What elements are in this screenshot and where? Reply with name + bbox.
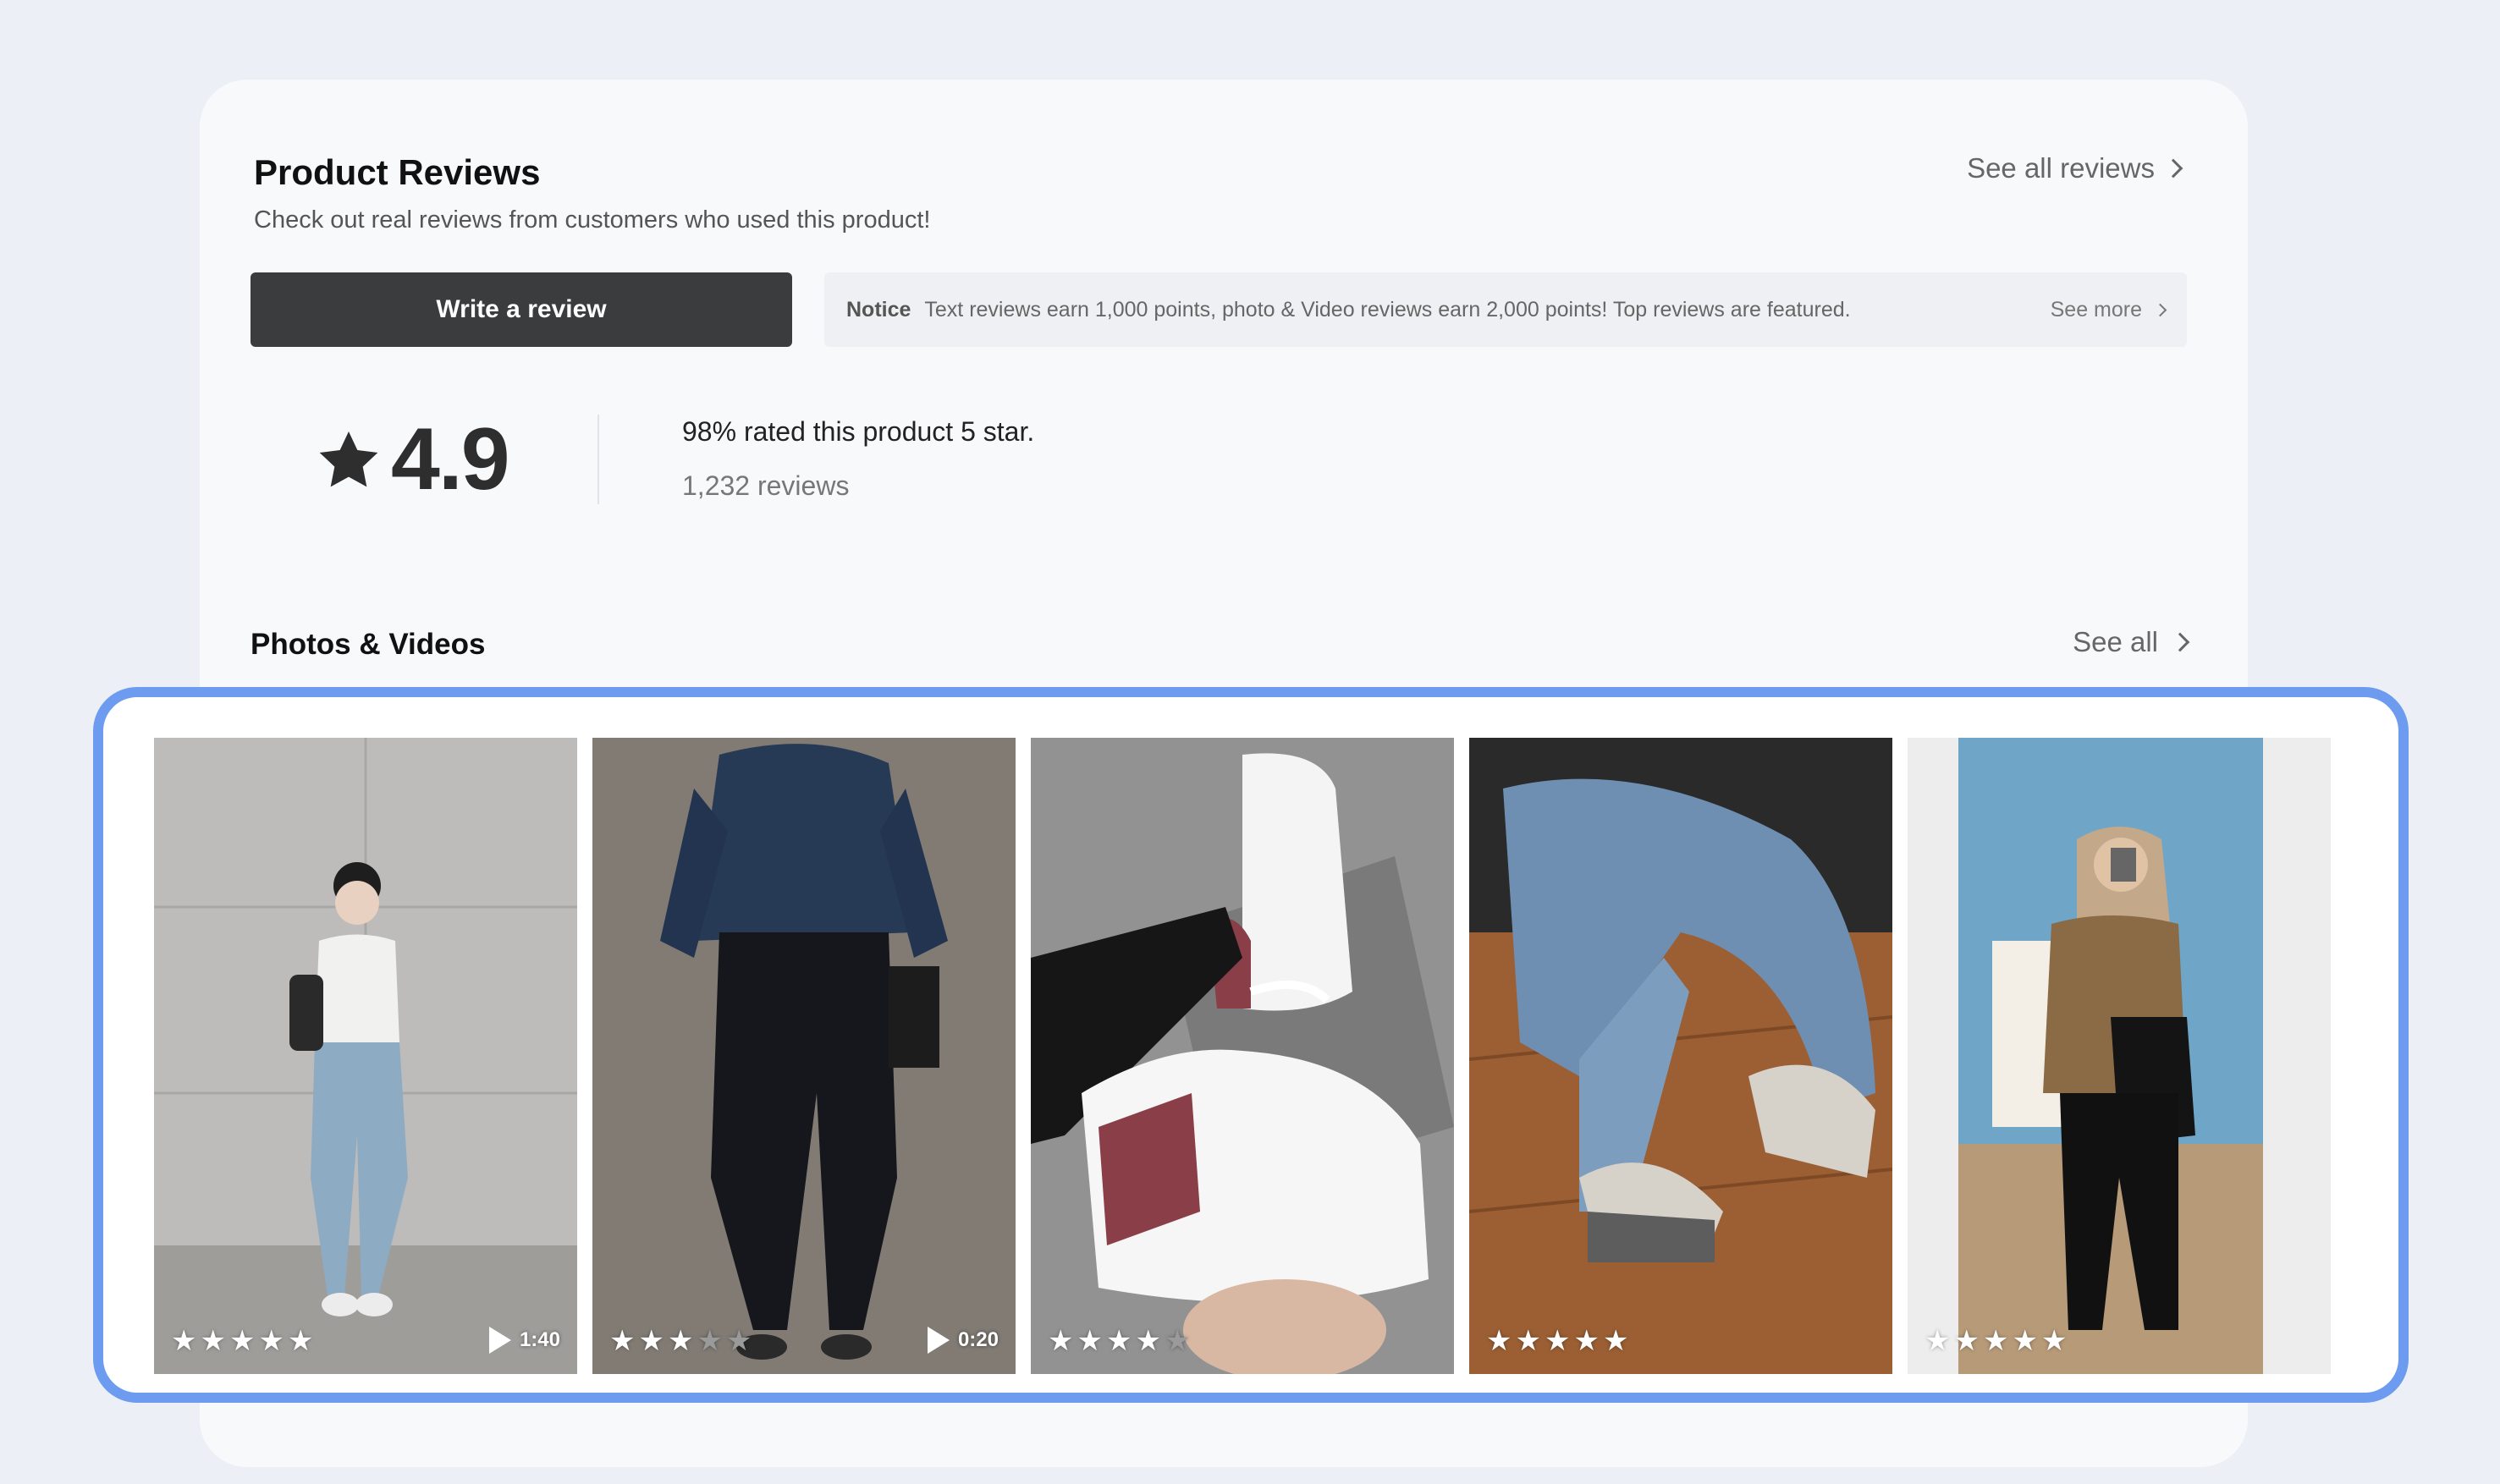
star-icon: ★ — [1602, 1325, 1629, 1357]
chevron-right-icon — [2163, 158, 2183, 179]
page-subtitle: Check out real reviews from customers wh… — [254, 206, 931, 234]
star-icon: ★ — [200, 1325, 226, 1357]
rating-stars: ★ ★ ★ ★ ★ — [1925, 1327, 2067, 1355]
review-photo — [154, 738, 577, 1374]
media-thumbnail[interactable]: ★ ★ ★ ★ ★ — [1031, 738, 1454, 1374]
review-photo — [1031, 738, 1454, 1374]
star-icon: ★ — [171, 1325, 197, 1357]
star-icon: ★ — [1573, 1325, 1600, 1357]
star-icon: ★ — [229, 1325, 256, 1357]
star-icon: ★ — [638, 1325, 664, 1357]
star-icon: ★ — [258, 1325, 284, 1357]
five-star-percent: 98% rated this product 5 star. — [682, 416, 1035, 447]
review-photo — [1469, 738, 1892, 1374]
star-icon: ★ — [667, 1325, 694, 1357]
star-icon: ★ — [609, 1325, 636, 1357]
rating-stars: ★ ★ ★ ★ ★ — [171, 1327, 313, 1355]
media-thumbnail[interactable]: ★ ★ ★ ★ ★ 0:20 — [592, 738, 1016, 1374]
summary-divider — [597, 415, 599, 504]
chevron-right-icon — [2170, 632, 2190, 652]
see-all-media-label: See all — [2073, 626, 2158, 657]
star-icon: ★ — [1164, 1325, 1191, 1357]
rating-score: 4.9 — [391, 410, 510, 508]
review-photo — [1908, 738, 2331, 1374]
notice-text: Text reviews earn 1,000 points, photo & … — [924, 297, 1851, 322]
media-thumbnail[interactable]: ★ ★ ★ ★ ★ — [1908, 738, 2331, 1374]
star-icon: ★ — [1135, 1325, 1161, 1357]
play-icon — [927, 1327, 950, 1354]
write-review-button[interactable]: Write a review — [251, 272, 792, 347]
see-all-media-link[interactable]: See all — [2073, 626, 2190, 658]
star-icon — [319, 431, 378, 486]
star-icon: ★ — [2040, 1325, 2068, 1357]
review-photo — [592, 738, 1016, 1374]
star-icon: ★ — [287, 1325, 314, 1357]
notice-see-more-label: See more — [2050, 297, 2142, 322]
average-rating: 4.9 — [315, 409, 510, 510]
star-icon: ★ — [1544, 1325, 1571, 1357]
see-all-reviews-link[interactable]: See all reviews — [1967, 152, 2183, 184]
star-icon: ★ — [1925, 1325, 1951, 1357]
rating-stars: ★ ★ ★ ★ ★ — [609, 1327, 752, 1355]
video-duration: 0:20 — [927, 1327, 999, 1354]
star-icon: ★ — [1105, 1325, 1132, 1357]
photos-videos-title: Photos & Videos — [251, 628, 486, 661]
notice-see-more-link[interactable]: See more — [2050, 297, 2167, 322]
star-icon: ★ — [697, 1325, 723, 1357]
rating-stars: ★ ★ ★ ★ ★ — [1048, 1327, 1190, 1355]
star-icon: ★ — [1077, 1325, 1103, 1357]
media-thumbnail[interactable]: ★ ★ ★ ★ ★ — [1469, 738, 1892, 1374]
chevron-right-icon — [2153, 303, 2167, 316]
star-icon: ★ — [1515, 1325, 1541, 1357]
star-icon: ★ — [2012, 1325, 2038, 1357]
star-icon: ★ — [1982, 1325, 2009, 1357]
star-icon: ★ — [1953, 1325, 1980, 1357]
star-icon: ★ — [1486, 1325, 1512, 1357]
star-icon: ★ — [725, 1325, 752, 1357]
rating-stars: ★ ★ ★ ★ ★ — [1486, 1327, 1628, 1355]
see-all-reviews-label: See all reviews — [1967, 152, 2155, 184]
page-title: Product Reviews — [254, 152, 541, 192]
video-duration: 1:40 — [488, 1327, 560, 1354]
star-icon: ★ — [1048, 1325, 1074, 1357]
play-icon — [488, 1327, 511, 1354]
notice-label: Notice — [846, 297, 911, 322]
media-thumbnail[interactable]: ★ ★ ★ ★ ★ 1:40 — [154, 738, 577, 1374]
notice-banner: Notice Text reviews earn 1,000 points, p… — [824, 272, 2187, 347]
review-count: 1,232 reviews — [682, 470, 850, 501]
media-gallery: ★ ★ ★ ★ ★ 1:40 ★ ★ ★ ★ ★ 0:20 ★ ★ ★ ★ ★ … — [93, 687, 2409, 1403]
